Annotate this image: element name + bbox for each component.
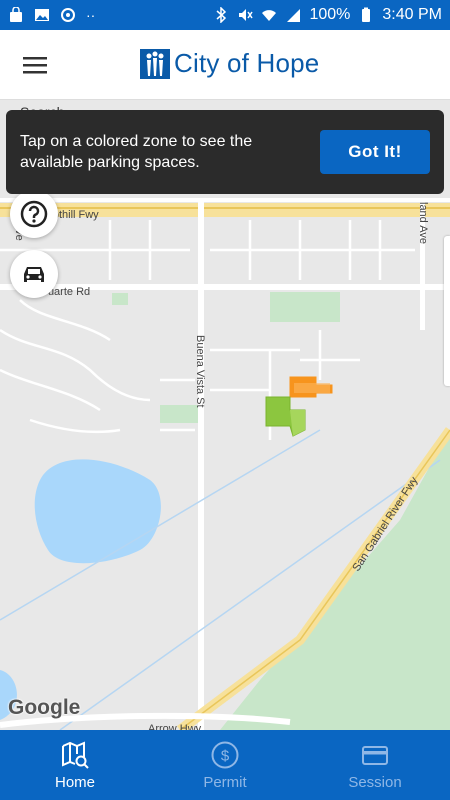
hamburger-icon [23, 56, 47, 73]
nav-home-label: Home [54, 773, 95, 791]
map-drawer-handle[interactable] [444, 236, 450, 386]
nav-permit[interactable]: $ Permit [150, 730, 300, 800]
mute-icon [237, 7, 254, 23]
credit-card-icon [362, 745, 388, 765]
help-button[interactable] [10, 190, 58, 238]
vehicle-button[interactable] [10, 250, 58, 298]
svg-text:$: $ [221, 747, 230, 764]
app-header: City of Hope [0, 30, 450, 100]
city-of-hope-logo-icon [140, 48, 170, 79]
nav-session[interactable]: Session [300, 730, 450, 800]
shopping-bag-icon [8, 6, 24, 23]
brand-name: City of Hope [174, 48, 320, 78]
clock: 3:40 PM [382, 6, 442, 23]
bluetooth-icon [213, 6, 229, 24]
status-bar: ·· 100% 3:40 PM [0, 0, 450, 30]
nav-home[interactable]: Home [0, 730, 150, 800]
map-label-arrow-hwy: Arrow Hwy [148, 723, 202, 730]
brand-logo: City of Hope [140, 48, 319, 79]
bottom-navigation: Home $ Permit Session [0, 730, 450, 800]
car-icon [24, 267, 44, 282]
wifi-icon [261, 7, 277, 23]
parking-map[interactable]: Foothill Fwy Duarte Rd Buena Vista St Sa… [0, 100, 450, 730]
nav-session-label: Session [348, 773, 402, 791]
got-it-button[interactable]: Got It! [320, 130, 430, 174]
menu-button[interactable] [0, 30, 70, 100]
map-search-icon [62, 740, 89, 769]
more-notifications-icon: ·· [86, 7, 96, 23]
dollar-circle-icon: $ [211, 741, 239, 768]
help-icon [20, 200, 48, 228]
battery-percent: 100% [309, 6, 351, 23]
nav-permit-label: Permit [203, 773, 247, 791]
sync-icon [60, 7, 76, 23]
banner-message: Tap on a colored zone to see the availab… [20, 133, 253, 171]
google-attribution: Google [8, 696, 81, 719]
battery-icon [358, 7, 374, 23]
map-label-buena-vista-st: Buena Vista St [194, 335, 206, 408]
info-banner: Tap on a colored zone to see the availab… [6, 110, 444, 194]
gallery-icon [34, 7, 50, 23]
signal-icon [285, 7, 301, 23]
map-label-land-ave: land Ave [417, 202, 429, 244]
